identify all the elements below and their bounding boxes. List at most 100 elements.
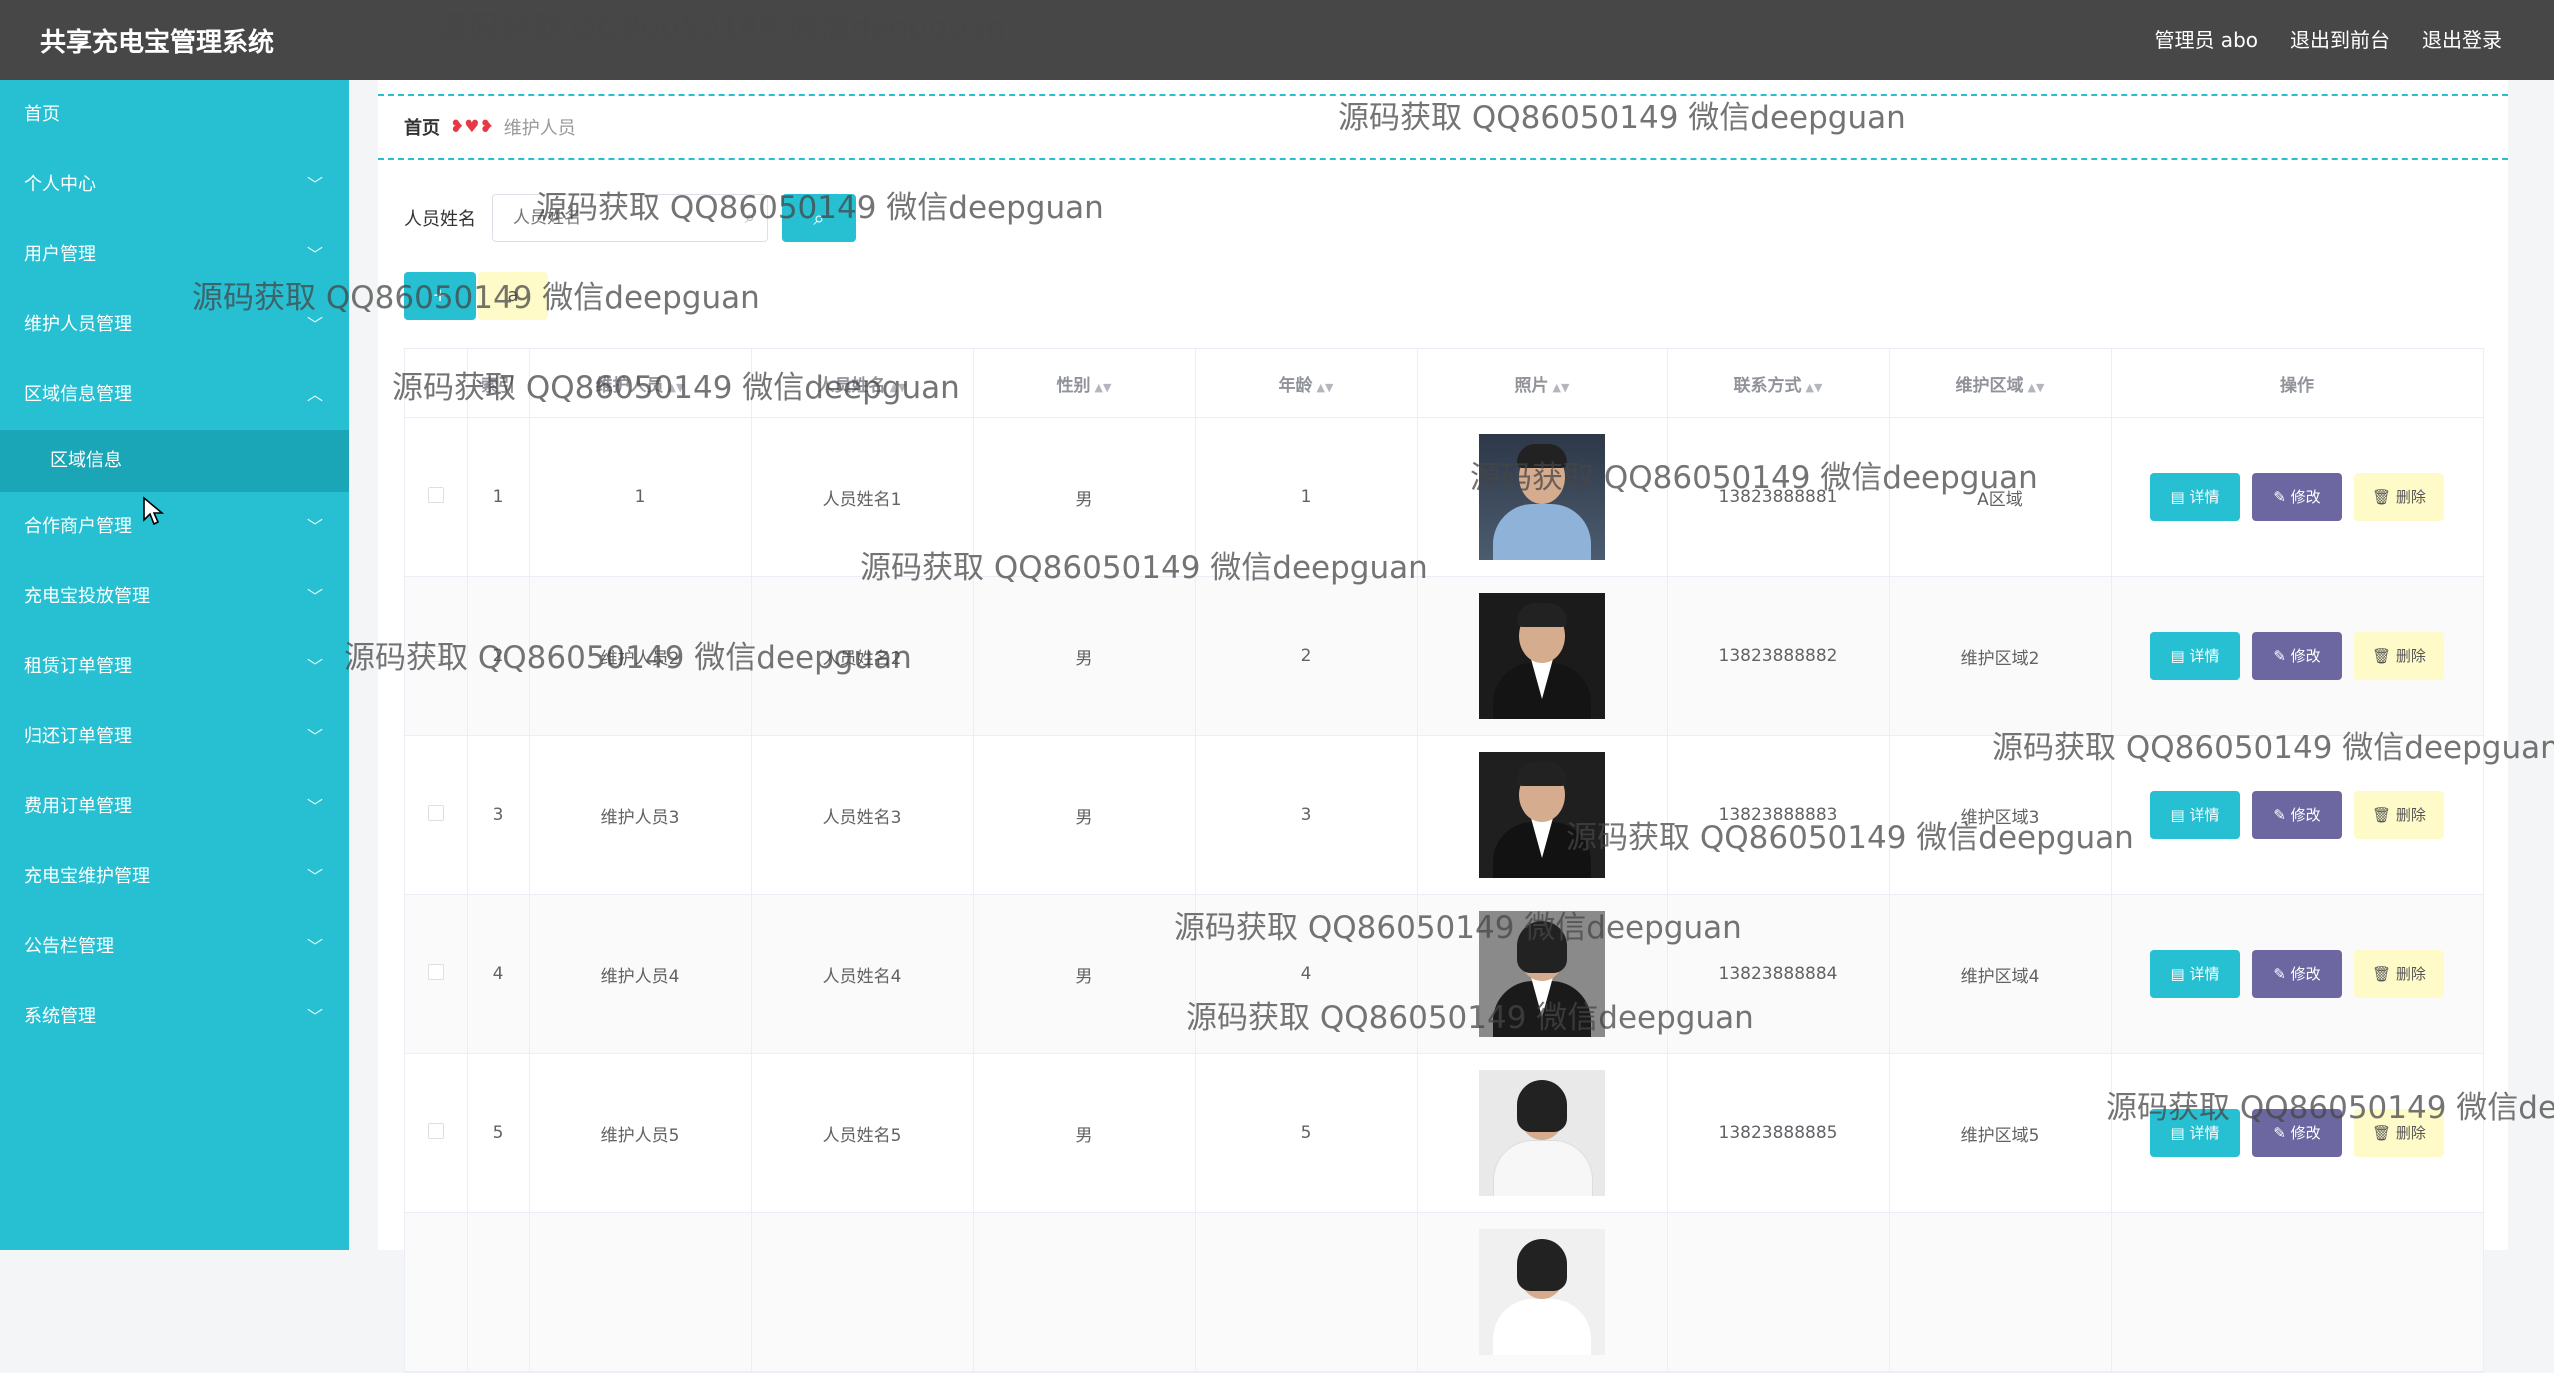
chevron-down-icon: ﹀ [306, 797, 323, 816]
table-row: 3 维护人员3 人员姓名3 男 3 13823888883 维护区域3 ▤ 详情… [405, 735, 2484, 895]
sidebar-item-home[interactable]: 首页 [0, 80, 349, 150]
cell-staff: 维护人员2 [529, 576, 752, 736]
search-button[interactable]: ⌕ [782, 194, 856, 242]
column-header-photo[interactable]: 照片 ▲▼ [1417, 349, 1668, 418]
detail-button[interactable]: ▤ 详情 [2150, 632, 2240, 680]
cell-gender: 男 [973, 894, 1196, 1054]
cell-name: 人员姓名1 [751, 417, 974, 577]
delete-button[interactable]: 🗑 删除 [2354, 473, 2444, 521]
detail-button[interactable]: ▤ 详情 [2150, 1109, 2240, 1157]
chevron-down-icon: ﹀ [306, 727, 323, 746]
sidebar-item-notices[interactable]: 公告栏管理 ﹀ [0, 912, 349, 982]
sidebar: 首页 个人中心 ﹀ 用户管理 ﹀ 维护人员管理 ﹀ 区域信息管理 ︿ 区域信息 合作商户… [0, 80, 349, 1250]
cell-age: 2 [1195, 576, 1418, 736]
sidebar-item-label: 首页 [24, 104, 60, 125]
logout-link[interactable]: 退出登录 [2422, 24, 2502, 53]
edit-button[interactable]: ✎ 修改 [2252, 791, 2342, 839]
column-header-gender[interactable]: 性别 ▲▼ [973, 349, 1196, 418]
cell-name: 人员姓名2 [751, 576, 974, 736]
sidebar-item-profile[interactable]: 个人中心 ﹀ [0, 150, 349, 220]
sort-icon[interactable]: ▲▼ [1553, 381, 1570, 394]
cell-staff: 维护人员5 [529, 1053, 752, 1213]
cell-gender: 男 [973, 576, 1196, 736]
sidebar-item-fee-orders[interactable]: 费用订单管理 ﹀ [0, 772, 349, 842]
cell-phone: 13823888885 [1667, 1053, 1890, 1213]
table-row: 4 维护人员4 人员姓名4 男 4 13823888884 维护区域4 ▤ 详情… [405, 894, 2484, 1054]
sidebar-item-deployment[interactable]: 充电宝投放管理 ﹀ [0, 562, 349, 632]
cell-phone: 13823888882 [1667, 576, 1890, 736]
sort-icon[interactable]: ▲▼ [2028, 381, 2045, 394]
detail-button[interactable]: ▤ 详情 [2150, 791, 2240, 839]
search-field: ⌕ [492, 194, 768, 242]
column-header-name[interactable]: 人员姓名 ▲▼ [751, 349, 974, 418]
delete-button[interactable]: 🗑 删除 [2354, 632, 2444, 680]
sidebar-item-system[interactable]: 系统管理 ﹀ [0, 982, 349, 1052]
cell-name: 人员姓名3 [751, 735, 974, 895]
sort-icon[interactable]: ▲▼ [1317, 381, 1334, 394]
sidebar-item-users[interactable]: 用户管理 ﹀ [0, 220, 349, 290]
column-header-actions: 操作 [2111, 349, 2484, 418]
staff-photo [1479, 1229, 1605, 1355]
cell-staff: 1 [529, 417, 752, 577]
row-checkbox[interactable] [427, 645, 444, 662]
cell-name: 人员姓名5 [751, 1053, 974, 1213]
column-header-phone[interactable]: 联系方式 ▲▼ [1667, 349, 1890, 418]
to-front-link[interactable]: 退出到前台 [2290, 24, 2390, 53]
sort-icon[interactable]: ▲▼ [890, 381, 907, 394]
cell-area: 维护区域2 [1889, 576, 2112, 736]
column-header-age[interactable]: 年龄 ▲▼ [1195, 349, 1418, 418]
sidebar-item-regions[interactable]: 区域信息管理 ︿ [0, 360, 349, 430]
delete-button[interactable]: 🗑 删除 [2354, 1109, 2444, 1157]
sidebar-item-label: 用户管理 [24, 244, 96, 265]
main-content: 首页 ❥♥❥ 维护人员 人员姓名 ⌕ ⌕ + a 索引 [378, 80, 2508, 1373]
batch-delete-button[interactable]: a [478, 272, 548, 320]
delete-button[interactable]: 🗑 删除 [2354, 791, 2444, 839]
search-input[interactable] [511, 195, 745, 241]
chevron-down-icon: ﹀ [306, 937, 323, 956]
cell-index: 4 [467, 894, 530, 1054]
sidebar-subitem-region-info[interactable]: 区域信息 [0, 430, 349, 492]
sidebar-item-maintainers[interactable]: 维护人员管理 ﹀ [0, 290, 349, 360]
sidebar-item-merchants[interactable]: 合作商户管理 ﹀ [0, 492, 349, 562]
column-header-staff[interactable]: 维护人员 ▲▼ [529, 349, 752, 418]
sort-icon[interactable]: ▲▼ [1095, 381, 1112, 394]
table-row: 5 维护人员5 人员姓名5 男 5 13823888885 维护区域5 ▤ 详情… [405, 1053, 2484, 1213]
cell-phone: 13823888883 [1667, 735, 1890, 895]
sort-icon[interactable]: ▲▼ [668, 381, 685, 394]
cell-gender: 男 [973, 417, 1196, 577]
add-button[interactable]: + [404, 272, 476, 320]
cell-index: 2 [467, 576, 530, 736]
cell-phone: 13823888884 [1667, 894, 1890, 1054]
delete-button[interactable]: 🗑 删除 [2354, 950, 2444, 998]
row-checkbox[interactable] [427, 804, 444, 821]
detail-button[interactable]: ▤ 详情 [2150, 473, 2240, 521]
edit-button[interactable]: ✎ 修改 [2252, 1109, 2342, 1157]
sort-icon[interactable]: ▲▼ [1806, 381, 1823, 394]
row-checkbox[interactable] [427, 963, 444, 980]
sidebar-item-label: 归还订单管理 [24, 726, 132, 747]
sidebar-item-maintenance[interactable]: 充电宝维护管理 ﹀ [0, 842, 349, 912]
chevron-down-icon: ﹀ [306, 245, 323, 264]
detail-button[interactable]: ▤ 详情 [2150, 950, 2240, 998]
sidebar-item-rental-orders[interactable]: 租赁订单管理 ﹀ [0, 632, 349, 702]
cell-index: 3 [467, 735, 530, 895]
row-checkbox[interactable] [427, 486, 444, 503]
current-user[interactable]: 管理员 abo [2154, 24, 2258, 53]
edit-button[interactable]: ✎ 修改 [2252, 473, 2342, 521]
cell-age: 4 [1195, 894, 1418, 1054]
sidebar-item-label: 充电宝投放管理 [24, 586, 150, 607]
table-row: 2 维护人员2 人员姓名2 男 2 13823888882 维护区域2 ▤ 详情… [405, 576, 2484, 736]
column-header-area[interactable]: 维护区域 ▲▼ [1889, 349, 2112, 418]
edit-button[interactable]: ✎ 修改 [2252, 632, 2342, 680]
breadcrumb-home[interactable]: 首页 [404, 114, 440, 140]
chevron-down-icon: ﹀ [306, 587, 323, 606]
cell-index: 1 [467, 417, 530, 577]
breadcrumb: 首页 ❥♥❥ 维护人员 [378, 94, 2508, 160]
heart-icon: ❥♥❥ [450, 117, 494, 137]
edit-button[interactable]: ✎ 修改 [2252, 950, 2342, 998]
row-checkbox[interactable] [427, 1122, 444, 1139]
cell-age: 5 [1195, 1053, 1418, 1213]
chevron-down-icon: ﹀ [306, 517, 323, 536]
action-buttons: + a [404, 272, 548, 320]
sidebar-item-return-orders[interactable]: 归还订单管理 ﹀ [0, 702, 349, 772]
